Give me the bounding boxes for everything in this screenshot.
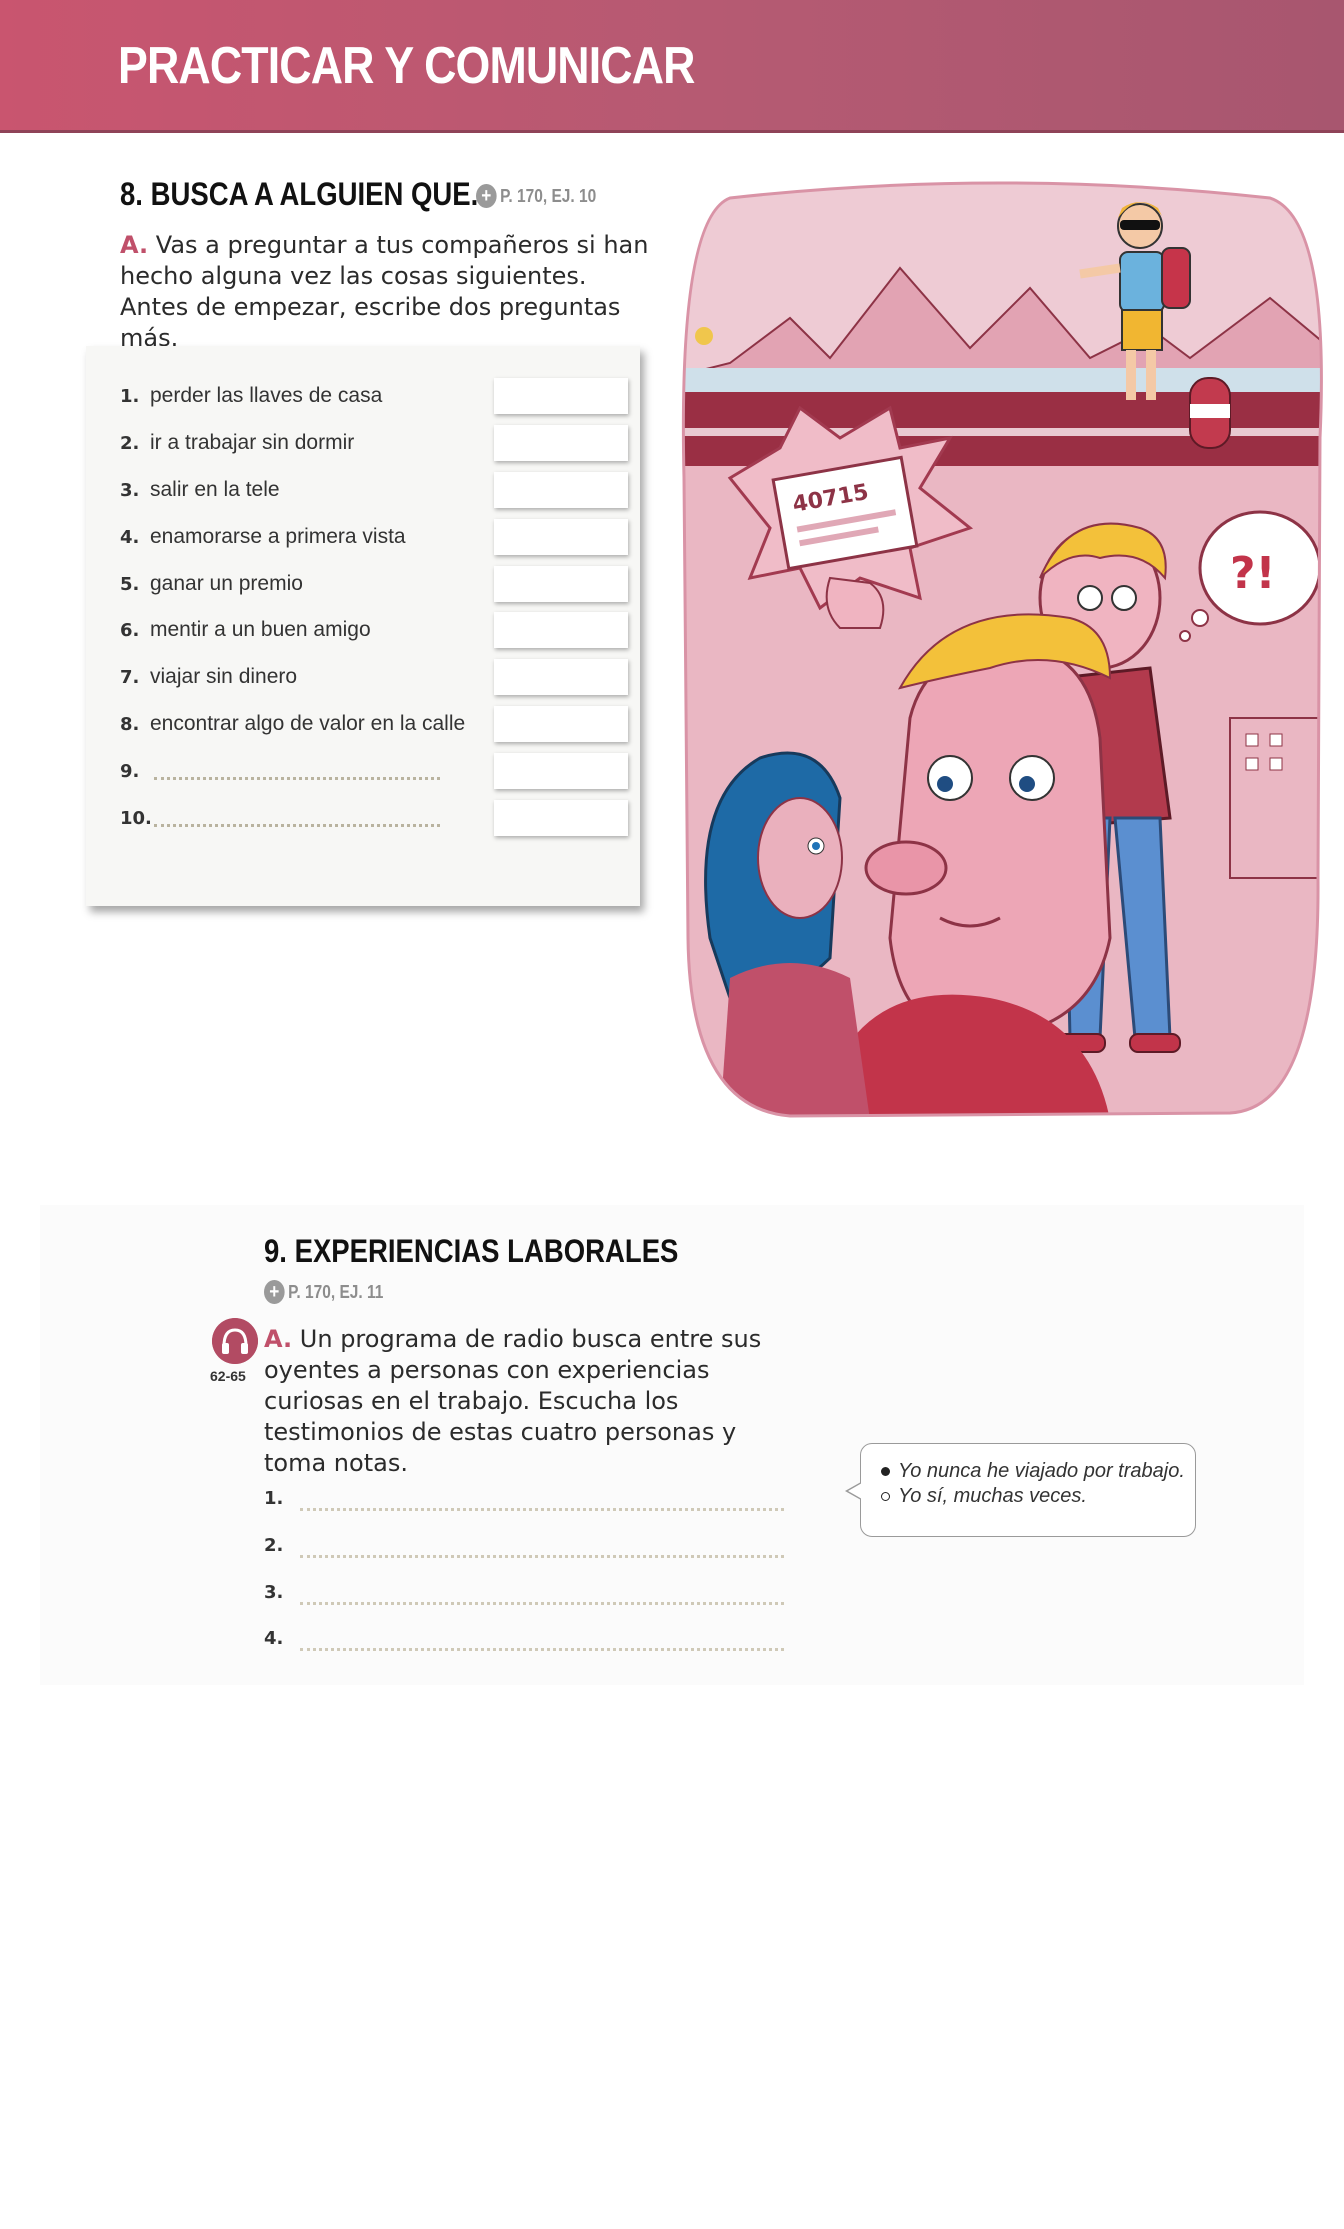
audio-track-numbers: 62-65 (210, 1368, 246, 1384)
list-item: 4. enamorarse a primera vista (120, 519, 628, 559)
answer-box[interactable] (494, 566, 628, 602)
notes-line: 3. (264, 1582, 824, 1612)
line-number: 4. (264, 1628, 284, 1649)
instruction-letter: A. (120, 231, 149, 259)
item-text: ganar un premio (150, 572, 303, 595)
instruction-text: Vas a preguntar a tus compañeros si han … (120, 231, 649, 352)
write-line[interactable] (154, 777, 440, 780)
item-text: mentir a un buen amigo (150, 618, 371, 641)
write-line[interactable] (300, 1602, 784, 1605)
svg-text:?!: ?! (1230, 548, 1276, 599)
list-item: 6. mentir a un buen amigo (120, 612, 628, 652)
write-line[interactable] (300, 1508, 784, 1511)
list-item: 3. salir en la tele (120, 472, 628, 512)
item-number: 6. (120, 620, 140, 641)
item-text: salir en la tele (150, 478, 280, 501)
list-item: 2. ir a trabajar sin dormir (120, 425, 628, 465)
instruction-text: Un programa de radio busca entre sus oye… (264, 1325, 762, 1477)
building (1229, 717, 1322, 879)
item-number: 2. (120, 433, 140, 454)
header-title: PRACTICAR Y COMUNICAR (118, 37, 695, 95)
item-number: 7. (120, 667, 140, 688)
line-number: 2. (264, 1535, 284, 1556)
answer-box[interactable] (494, 800, 628, 836)
line-number: 3. (264, 1582, 284, 1603)
section-9-ref-text: P. 170, EJ. 11 (288, 1281, 384, 1302)
write-line[interactable] (154, 824, 440, 827)
section-8-ref-text: P. 170, EJ. 10 (500, 185, 597, 206)
answer-box[interactable] (494, 472, 628, 508)
filled-bullet-icon (881, 1467, 890, 1477)
section-9-title: 9. EXPERIENCIAS LABORALES (264, 1233, 679, 1269)
section-8-ref: + P. 170, EJ. 10 (476, 184, 596, 208)
answer-box[interactable] (494, 519, 628, 555)
item-number: 1. (120, 386, 140, 407)
list-item: 9. (120, 753, 628, 793)
list-item: 7. viajar sin dinero (120, 659, 628, 699)
list-item: 5. ganar un premio (120, 566, 628, 606)
write-line[interactable] (300, 1648, 784, 1651)
list-item: 10. (120, 800, 628, 840)
section-8-instruction: A. Vas a preguntar a tus compañeros si h… (120, 230, 660, 354)
speech-bubble: Yo nunca he viajado por trabajo. Yo sí, … (845, 1443, 1196, 1537)
hollow-bullet-icon (881, 1492, 890, 1502)
section-9-instruction: A. Un programa de radio busca entre sus … (264, 1324, 794, 1479)
list-item: 8. encontrar algo de valor en la calle (120, 706, 628, 746)
item-text: ir a trabajar sin dormir (150, 431, 355, 454)
headphones-icon[interactable] (212, 1318, 258, 1364)
answer-box[interactable] (494, 659, 628, 695)
bubble-line-1: Yo nunca he viajado por trabajo. (881, 1460, 1185, 1483)
item-number: 5. (120, 574, 140, 595)
bubble-text-2: Yo sí, muchas veces. (898, 1485, 1087, 1507)
answer-box[interactable] (494, 612, 628, 648)
checklist-card: 1. perder las llaves de casa 2. ir a tra… (86, 346, 640, 906)
list-item: 1. perder las llaves de casa (120, 378, 628, 418)
notes-line: 2. (264, 1535, 824, 1565)
item-text: enamorarse a primera vista (150, 525, 406, 548)
bubble-text-1: Yo nunca he viajado por trabajo. (898, 1460, 1185, 1482)
answer-box[interactable] (494, 706, 628, 742)
item-number: 8. (120, 714, 140, 735)
line-number: 1. (264, 1488, 284, 1509)
answer-box[interactable] (494, 378, 628, 414)
bubble-line-2: Yo sí, muchas veces. (881, 1485, 1087, 1508)
item-text: encontrar algo de valor en la calle (150, 712, 466, 735)
item-text: viajar sin dinero (150, 665, 298, 688)
item-number: 4. (120, 527, 140, 548)
instruction-letter: A. (264, 1325, 293, 1353)
section-8-title: 8. BUSCA A ALGUIEN QUE... (120, 176, 494, 212)
item-text: perder las llaves de casa (150, 384, 383, 407)
item-number: 9. (120, 761, 140, 782)
item-number: 3. (120, 480, 140, 501)
section-9-ref: + P. 170, EJ. 11 (264, 1280, 383, 1304)
illustration: 40715 ?! (681, 181, 1323, 1118)
write-line[interactable] (300, 1555, 784, 1558)
notes-line: 1. (264, 1488, 824, 1518)
answer-box[interactable] (494, 753, 628, 789)
answer-box[interactable] (494, 425, 628, 461)
notes-line: 4. (264, 1628, 824, 1658)
plus-icon: + (476, 184, 497, 208)
page-header: PRACTICAR Y COMUNICAR (0, 0, 1344, 133)
item-number: 10. (120, 808, 152, 829)
plus-icon: + (264, 1280, 285, 1304)
